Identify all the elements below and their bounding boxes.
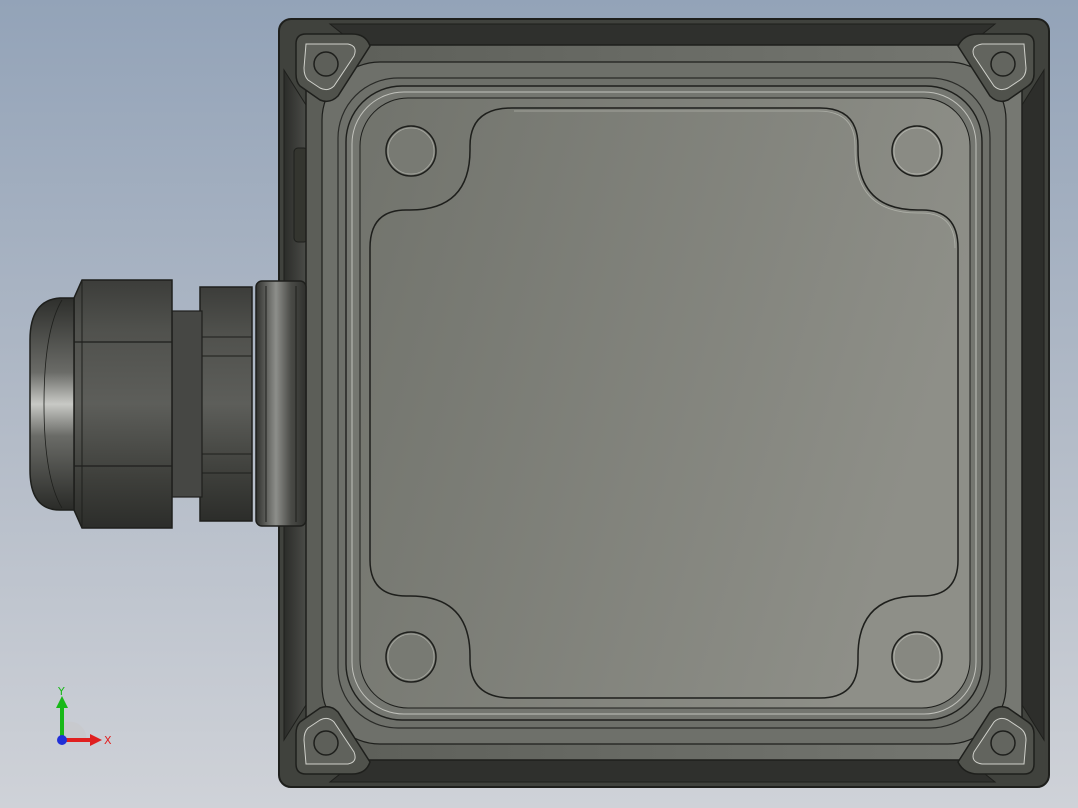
junction-box-model[interactable]	[0, 0, 1078, 808]
cable-gland[interactable]	[29, 279, 307, 529]
y-axis-label: Y	[57, 685, 65, 698]
coordinate-triad-icon: Y X	[56, 685, 112, 747]
lid-screw-top-left[interactable]	[385, 125, 437, 177]
lid-screw-bottom-left[interactable]	[385, 631, 437, 683]
z-axis-dot	[57, 735, 67, 745]
cad-3d-viewport[interactable]: Y X	[0, 0, 1078, 808]
lid-screw-bottom-right[interactable]	[891, 631, 943, 683]
lid-plate[interactable]	[359, 97, 971, 709]
lid-screw-top-right[interactable]	[891, 125, 943, 177]
x-axis-arrow	[90, 734, 102, 746]
x-axis-label: X	[104, 734, 112, 747]
